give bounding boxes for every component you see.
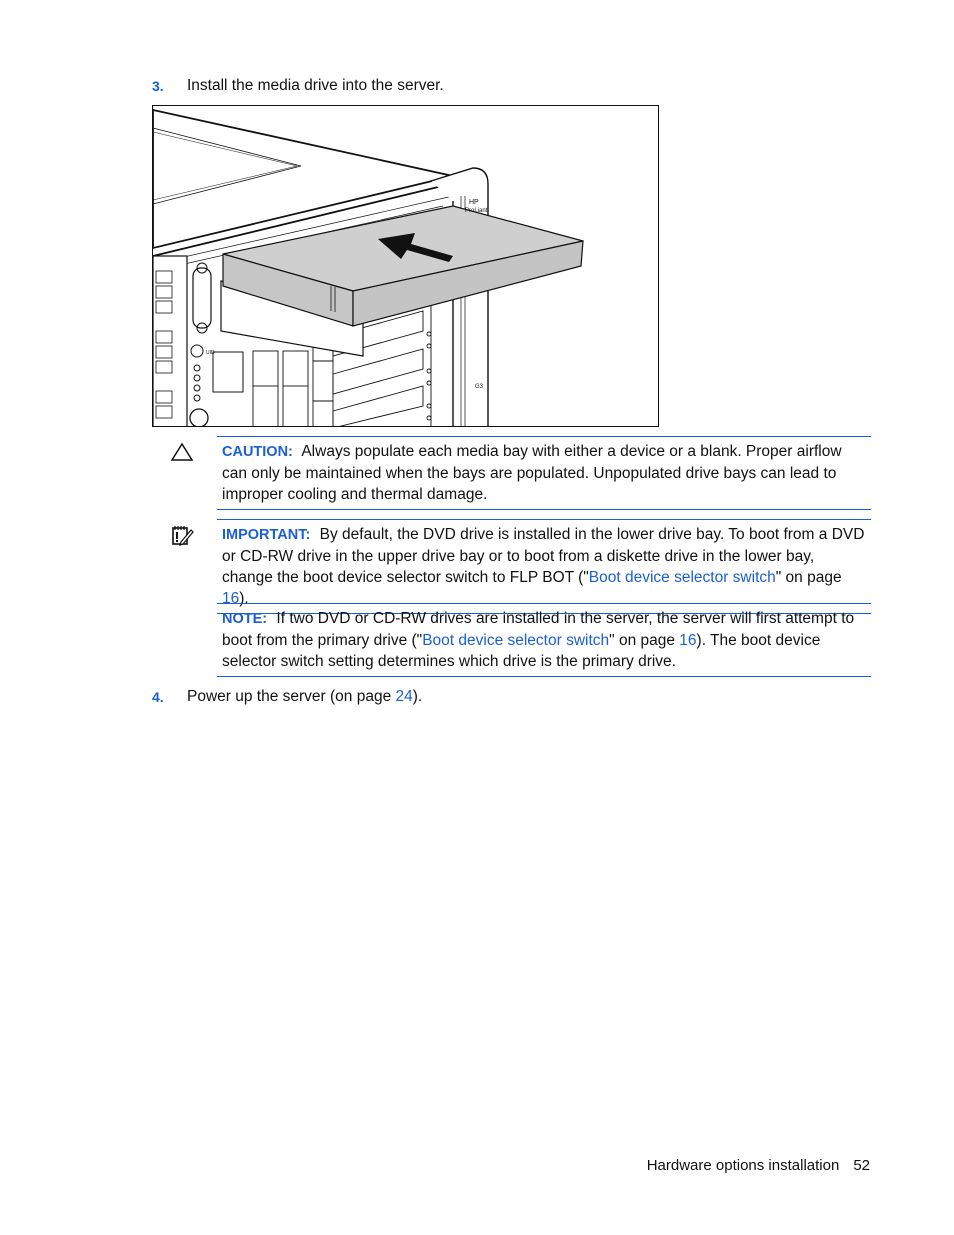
step-text: Power up the server (on page 24). <box>187 687 422 707</box>
caution-label: CAUTION: <box>222 444 293 460</box>
step-text-after: ). <box>412 688 423 705</box>
uid-button <box>190 344 204 358</box>
caution-text: Always populate each media bay with eith… <box>222 443 842 503</box>
boot-device-selector-switch-link[interactable]: Boot device selector switch <box>422 632 609 649</box>
page-16-link[interactable]: 16 <box>679 632 696 649</box>
step-number: 4. <box>152 689 164 705</box>
bezel-label-hp: HP <box>469 199 479 206</box>
page-number: 52 <box>853 1157 870 1174</box>
notepad-important-icon <box>170 524 194 551</box>
important-notice: IMPORTANT: By default, the DVD drive is … <box>217 519 871 614</box>
important-label: IMPORTANT: <box>222 527 311 543</box>
usb-ports <box>212 351 244 393</box>
bezel-label-proliant: ProLiant <box>465 208 488 214</box>
step-text-before: Power up the server (on page <box>187 688 396 705</box>
uid-label: UID <box>206 350 215 356</box>
vga-port <box>192 267 212 329</box>
note-label: NOTE: <box>222 611 268 627</box>
step-3: 3. Install the media drive into the serv… <box>152 76 444 96</box>
note-notice: NOTE: If two DVD or CD-RW drives are ins… <box>217 603 871 677</box>
important-text-mid: " on page <box>775 569 842 586</box>
step-4: 4. Power up the server (on page 24). <box>152 687 422 707</box>
warning-triangle-icon <box>170 442 194 467</box>
caution-notice: CAUTION: Always populate each media bay … <box>217 436 871 510</box>
side-label-g3: G3 <box>475 384 484 390</box>
boot-device-selector-switch-link[interactable]: Boot device selector switch <box>589 569 776 586</box>
step-text: Install the media drive into the server. <box>187 77 444 94</box>
power-button <box>189 408 209 426</box>
step-number: 3. <box>152 78 164 94</box>
note-text-mid: " on page <box>609 632 680 649</box>
footer-section-title: Hardware options installation <box>646 1157 840 1174</box>
page-24-link[interactable]: 24 <box>396 688 413 705</box>
media-drive-install-diagram: HP ProLiant G3 UID <box>153 109 584 426</box>
server-illustration: HP ProLiant G3 UID <box>152 105 659 427</box>
page-footer: Hardware options installation 52 <box>647 1157 870 1174</box>
